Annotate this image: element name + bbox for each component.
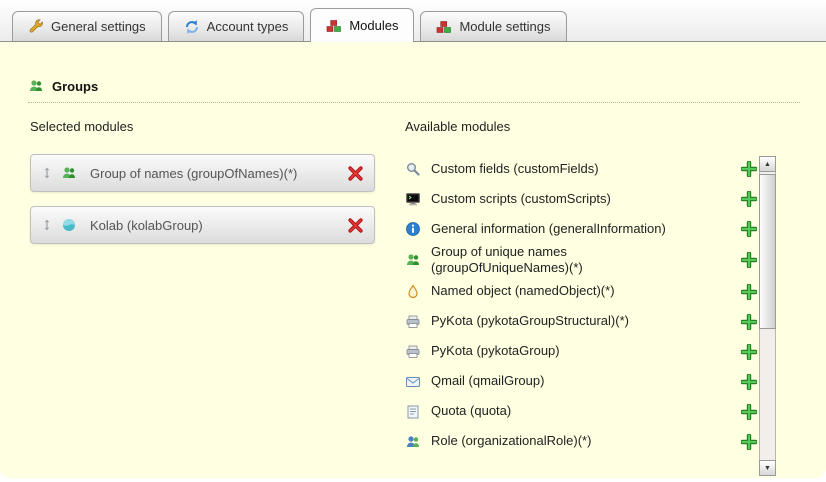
available-module-label: Quota (quota) xyxy=(431,403,699,419)
tab-label: Account types xyxy=(207,19,289,34)
group-icon xyxy=(61,165,77,181)
available-module-row: General information (generalInformation) xyxy=(405,214,757,244)
section-title: Groups xyxy=(52,79,98,94)
add-icon[interactable] xyxy=(741,252,757,268)
available-module-row: Role (organizationalRole)(*) xyxy=(405,427,757,457)
available-module-row: Group of unique names (groupOfUniqueName… xyxy=(405,244,757,277)
droplet-icon xyxy=(405,284,421,300)
kolab-icon xyxy=(61,217,77,233)
available-module-label: Custom scripts (customScripts) xyxy=(431,191,699,207)
tab-label: Modules xyxy=(349,18,398,33)
module-columns: Selected modules Group of names (groupOf… xyxy=(0,119,826,457)
add-icon[interactable] xyxy=(741,374,757,390)
modules-icon xyxy=(436,19,452,35)
add-icon[interactable] xyxy=(741,161,757,177)
add-icon[interactable] xyxy=(741,284,757,300)
scrollbar[interactable]: ▲ ▼ xyxy=(759,156,776,476)
available-module-label: Qmail (qmailGroup) xyxy=(431,373,699,389)
selected-module-row: Group of names (groupOfNames)(*) xyxy=(30,154,375,192)
selected-module-row: Kolab (kolabGroup) xyxy=(30,206,375,244)
tab-module-settings[interactable]: Module settings xyxy=(420,11,566,41)
drag-handle-icon[interactable] xyxy=(41,166,53,180)
available-module-row: PyKota (pykotaGroup) xyxy=(405,337,757,367)
available-module-label: Named object (namedObject)(*) xyxy=(431,283,699,299)
available-module-label: Custom fields (customFields) xyxy=(431,161,699,177)
terminal-icon xyxy=(405,191,421,207)
info-icon xyxy=(405,221,421,237)
scroll-down-button[interactable]: ▼ xyxy=(759,460,776,476)
add-icon[interactable] xyxy=(741,344,757,360)
selected-module-label: Kolab (kolabGroup) xyxy=(90,218,339,233)
groups-icon xyxy=(28,78,44,94)
available-module-row: Custom fields (customFields) xyxy=(405,154,757,184)
section-header: Groups xyxy=(0,42,826,94)
tab-modules[interactable]: Modules xyxy=(310,8,414,42)
add-icon[interactable] xyxy=(741,314,757,330)
available-module-label: Group of unique names (groupOfUniqueName… xyxy=(431,244,699,277)
available-module-row: Qmail (qmailGroup) xyxy=(405,367,757,397)
role-icon xyxy=(405,434,421,450)
selected-module-label: Group of names (groupOfNames)(*) xyxy=(90,166,339,181)
wrench-icon xyxy=(28,19,44,35)
delete-icon[interactable] xyxy=(347,165,364,182)
available-module-label: Role (organizationalRole)(*) xyxy=(431,433,699,449)
add-icon[interactable] xyxy=(741,191,757,207)
selected-modules-column: Selected modules Group of names (groupOf… xyxy=(30,119,375,457)
available-module-row: Named object (namedObject)(*) xyxy=(405,277,757,307)
group-icon xyxy=(405,252,421,268)
tab-bar: General settings Account types Modules M… xyxy=(0,0,826,42)
available-module-label: PyKota (pykotaGroupStructural)(*) xyxy=(431,313,699,329)
lam-config-page: General settings Account types Modules M… xyxy=(0,0,826,482)
add-icon[interactable] xyxy=(741,404,757,420)
available-module-row: Quota (quota) xyxy=(405,397,757,427)
content-area: Groups Selected modules Group of names (… xyxy=(0,42,826,478)
available-module-label: PyKota (pykotaGroup) xyxy=(431,343,699,359)
mail-icon xyxy=(405,374,421,390)
printer-icon xyxy=(405,344,421,360)
add-icon[interactable] xyxy=(741,434,757,450)
available-modules-heading: Available modules xyxy=(405,119,826,134)
scrollbar-thumb[interactable] xyxy=(759,174,776,329)
available-module-row: Custom scripts (customScripts) xyxy=(405,184,757,214)
available-module-label: General information (generalInformation) xyxy=(431,221,699,237)
scroll-up-button[interactable]: ▲ xyxy=(759,156,776,172)
printer-icon xyxy=(405,314,421,330)
delete-icon[interactable] xyxy=(347,217,364,234)
modules-icon xyxy=(326,18,342,34)
selected-modules-heading: Selected modules xyxy=(30,119,375,134)
tab-label: General settings xyxy=(51,19,146,34)
section-divider xyxy=(28,102,800,103)
magnifier-icon xyxy=(405,161,421,177)
tab-label: Module settings xyxy=(459,19,550,34)
available-module-row: PyKota (pykotaGroupStructural)(*) xyxy=(405,307,757,337)
document-icon xyxy=(405,404,421,420)
tab-account-types[interactable]: Account types xyxy=(168,11,305,41)
add-icon[interactable] xyxy=(741,221,757,237)
drag-handle-icon[interactable] xyxy=(41,218,53,232)
tab-general-settings[interactable]: General settings xyxy=(12,11,162,41)
available-modules-column: Available modules Custom fields (customF… xyxy=(405,119,826,457)
selected-modules-list: Group of names (groupOfNames)(*) Kolab (k… xyxy=(30,154,375,244)
sync-icon xyxy=(184,19,200,35)
